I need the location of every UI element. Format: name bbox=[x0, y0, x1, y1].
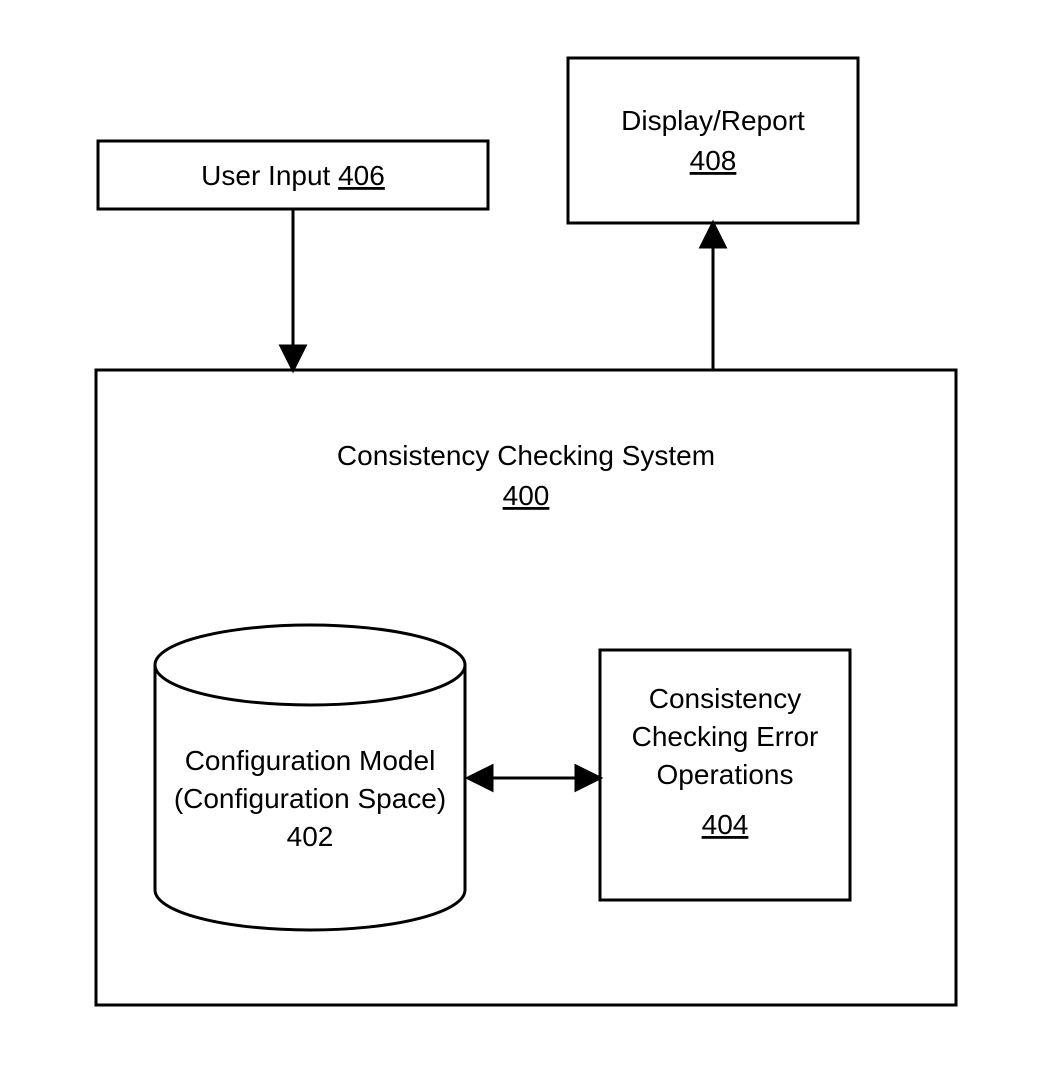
system-ref: 400 bbox=[503, 480, 550, 511]
display-report-ref: 408 bbox=[690, 145, 737, 176]
ops-line2: Checking Error bbox=[632, 721, 819, 752]
ops-box: Consistency Checking Error Operations 40… bbox=[600, 650, 850, 900]
config-model-ref: 402 bbox=[287, 821, 334, 852]
ops-line1: Consistency bbox=[649, 683, 802, 714]
arrow-system-to-display bbox=[701, 223, 725, 370]
ops-line3: Operations bbox=[657, 759, 794, 790]
user-input-ref: 406 bbox=[338, 160, 385, 191]
config-model-line1: Configuration Model bbox=[185, 745, 436, 776]
display-report-label: Display/Report bbox=[621, 105, 805, 136]
config-model-cylinder: Configuration Model (Configuration Space… bbox=[155, 625, 465, 930]
config-model-line2: (Configuration Space) bbox=[174, 783, 446, 814]
system-label: Consistency Checking System bbox=[337, 440, 715, 471]
ops-ref: 404 bbox=[702, 809, 749, 840]
arrow-userinput-to-system bbox=[281, 209, 305, 370]
diagram-canvas: User Input 406 Display/Report 408 Consis… bbox=[0, 0, 1050, 1081]
user-input-box: User Input 406 bbox=[98, 141, 488, 209]
user-input-label: User Input bbox=[201, 160, 330, 191]
svg-text:User Input 406: User Input 406 bbox=[201, 160, 385, 191]
display-report-box: Display/Report 408 bbox=[568, 58, 858, 223]
